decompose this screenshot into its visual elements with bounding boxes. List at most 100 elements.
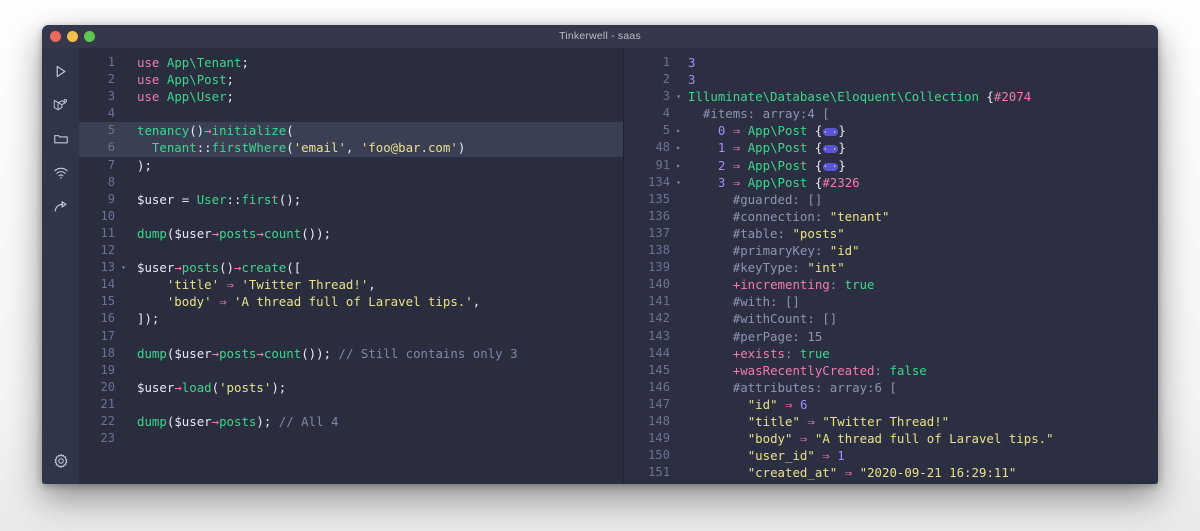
fold-toggle-icon[interactable]: ▸ xyxy=(673,122,684,139)
open-folder-button[interactable] xyxy=(48,126,74,152)
code-token: Illuminate\Database\Eloquent\Collection xyxy=(688,89,987,105)
collapsed-object-icon[interactable] xyxy=(822,145,838,154)
fold-toggle-icon[interactable]: ▸ xyxy=(673,157,684,174)
share-snippet-button[interactable] xyxy=(48,194,74,220)
folder-icon xyxy=(53,131,69,147)
line-number: 11 xyxy=(100,225,115,240)
editor-line: 18 dump($user→posts→count()); // Still co… xyxy=(79,345,623,362)
code-token: () xyxy=(219,260,235,276)
code-token: → xyxy=(211,225,220,241)
maximize-button[interactable] xyxy=(84,30,95,42)
code-token: true xyxy=(799,345,830,361)
code-line-text: #primaryKey: "id" xyxy=(684,242,1158,259)
window-titlebar[interactable]: Tinkerwell - saas xyxy=(42,25,1158,48)
code-token: ); xyxy=(137,157,152,173)
output-line: 146 #attributes: array:6 [ xyxy=(624,379,1158,396)
code-token: 6 xyxy=(799,396,808,412)
collapsed-object-icon[interactable] xyxy=(822,162,838,171)
line-number: 151 xyxy=(648,465,670,480)
gear-icon xyxy=(53,453,69,469)
code-token: $user xyxy=(137,191,175,207)
code-token: // Still contains only 3 xyxy=(338,345,518,361)
output-line: 13 xyxy=(624,54,1158,71)
code-token: [ xyxy=(814,106,830,122)
code-token: → xyxy=(211,413,220,429)
editor-line: 19 xyxy=(79,362,623,379)
code-token: "updated_at" xyxy=(748,482,838,484)
code-line-text: "created_at" ⇒ "2020-09-21 16:29:11" xyxy=(684,464,1158,481)
line-number: 134 xyxy=(648,174,670,189)
code-editor-pane[interactable]: 1 use App\Tenant; 2 use App\Post; 3 use App\U… xyxy=(79,48,624,484)
traffic-lights xyxy=(50,25,95,47)
laravel-project-button[interactable] xyxy=(48,92,74,118)
line-number: 148 xyxy=(648,413,670,428)
code-line-text: #items: array:4 [ xyxy=(684,105,1158,122)
fold-toggle-icon[interactable]: ▾ xyxy=(673,174,684,191)
code-token: → xyxy=(204,123,212,139)
editor-line: 22 dump($user→posts); // All 4 xyxy=(79,413,623,430)
line-number: 17 xyxy=(100,328,115,343)
line-number: 137 xyxy=(648,225,670,240)
line-number: 144 xyxy=(648,345,670,360)
fold-toggle-icon[interactable]: ▸ xyxy=(673,139,684,156)
code-token: { xyxy=(814,123,823,139)
output-line: 151 "created_at" ⇒ "2020-09-21 16:29:11" xyxy=(624,464,1158,481)
editor-line: 16]); xyxy=(79,310,623,327)
code-token: posts xyxy=(181,260,220,276)
editor-line: 15 'body' ⇒ 'A thread full of Laravel ti… xyxy=(79,293,623,310)
code-line-text: use App\Tenant; xyxy=(129,54,623,71)
line-number: 2 xyxy=(662,72,670,87)
code-token: App\Tenant xyxy=(166,55,242,70)
minimize-button[interactable] xyxy=(67,30,78,42)
code-token: $user xyxy=(174,225,212,241)
code-token: App\Post xyxy=(747,140,815,156)
fold-toggle-icon[interactable]: ▾ xyxy=(118,259,129,276)
collapsed-object-icon[interactable] xyxy=(822,128,838,137)
code-token: , xyxy=(368,277,376,293)
code-line-text: "body" ⇒ "A thread full of Laravel tips.… xyxy=(684,430,1158,447)
code-line-text: dump($user→posts→count()); xyxy=(129,225,623,242)
fold-toggle-icon[interactable]: ▾ xyxy=(673,88,684,105)
output-line: 144 +exists: true xyxy=(624,345,1158,362)
code-token: count xyxy=(263,225,302,241)
share-icon xyxy=(53,199,69,215)
output-result-pane[interactable]: 1 3 2 3 3 ▾ Illuminate\Database\Eloquent\Colle… xyxy=(624,48,1158,484)
code-token: ]); xyxy=(137,311,160,327)
code-token: () xyxy=(189,123,205,139)
line-number: 141 xyxy=(648,294,670,309)
remote-connection-button[interactable] xyxy=(48,160,74,186)
close-button[interactable] xyxy=(50,30,61,42)
code-token: "id" xyxy=(829,243,860,259)
code-token: 'body' xyxy=(166,294,212,310)
run-code-button[interactable] xyxy=(48,58,74,84)
settings-button[interactable] xyxy=(48,448,74,474)
code-token: → xyxy=(256,345,264,361)
editor-line: 13 ▾ $user→posts()→create([ xyxy=(79,259,623,276)
line-number: 21 xyxy=(100,396,115,411)
code-token: ⇒ xyxy=(226,277,234,293)
code-token: 'posts' xyxy=(219,379,272,395)
code-token: dump xyxy=(137,225,167,241)
code-token: use xyxy=(137,89,160,105)
code-line-text: use App\Post; xyxy=(129,71,623,88)
code-token: array:4 xyxy=(762,106,815,122)
code-token: 1 xyxy=(837,448,845,464)
code-token: → xyxy=(174,379,182,395)
code-token: #table: xyxy=(688,225,793,241)
